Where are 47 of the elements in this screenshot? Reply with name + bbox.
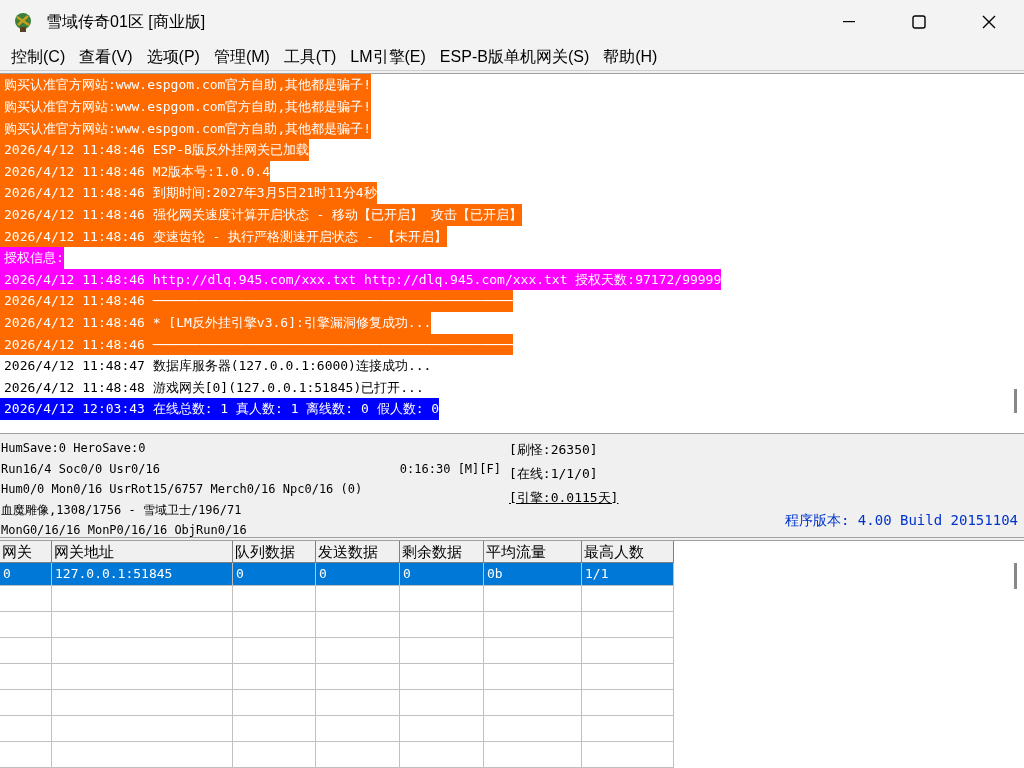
minimize-icon (843, 21, 855, 23)
column-header[interactable]: 网关 (0, 541, 52, 563)
close-icon (982, 15, 996, 29)
window-title: 雪域传奇01区 [商业版] (46, 12, 206, 32)
table-cell: 127.0.0.1:51845 (52, 563, 233, 586)
app-icon (12, 11, 34, 33)
menu-item[interactable]: 选项(P) (139, 45, 207, 70)
table-row[interactable]: 0 127.0.0.1:51845 0 0 0 0b 1/1 (0, 563, 674, 586)
empty-cell (0, 742, 52, 768)
log-line: 2026/4/12 11:48:47 数据库服务器(127.0.0.1:6000)连接成功... (3, 357, 432, 376)
table-cell: 0b (484, 563, 582, 586)
empty-cell (0, 638, 52, 664)
stat-text: [在线:1/1/0] (509, 465, 599, 483)
table-cell: 0 (233, 563, 316, 586)
stat-text: [引擎:0.0115天] (509, 489, 619, 507)
column-header[interactable]: 平均流量 (484, 541, 582, 563)
table-cell: 0 (316, 563, 400, 586)
column-header[interactable]: 最高人数 (582, 541, 674, 563)
version-text: 程序版本: 4.00 Build 20151104 (785, 511, 1018, 530)
table-cell: 0 (400, 563, 484, 586)
empty-cell (0, 716, 52, 742)
status-text: 血魔雕像,1308/1756 - 雪域卫士/196/71 (1, 501, 242, 519)
stat-text: [刷怪:26350] (509, 441, 599, 459)
column-header[interactable]: 队列数据 (233, 541, 316, 563)
empty-cell (0, 664, 52, 690)
uptime-text: 0:16:30 [M][F] (399, 460, 501, 478)
column-header[interactable]: 网关地址 (52, 541, 233, 563)
menu-item[interactable]: 帮助(H) (596, 45, 665, 70)
menu-item[interactable]: LM引擎(E) (343, 45, 433, 70)
empty-cell (0, 690, 52, 716)
table-cell: 0 (0, 563, 52, 586)
menu-item[interactable]: ESP-B版单机网关(S) (432, 45, 597, 70)
column-header[interactable]: 发送数据 (316, 541, 400, 563)
status-text: MonG0/16/16 MonP0/16/16 ObjRun0/16 (1, 522, 247, 539)
maximize-icon (912, 15, 926, 29)
menu-item[interactable]: 工具(T) (276, 45, 344, 70)
status-text: Run16/4 Soc0/0 Usr0/16 (1, 460, 160, 478)
status-text: HumSave:0 HeroSave:0 (1, 440, 146, 457)
log-line: 2026/4/12 11:48:48 游戏网关[0](127.0.0.1:51845)已打开... (3, 378, 424, 397)
menu-item[interactable]: 管理(M) (206, 45, 277, 70)
status-text: Hum0/0 Mon0/16 UsrRot15/6757 Merch0/16 Npc0/16 (0) (1, 481, 363, 498)
menu-item[interactable]: 查看(V) (72, 45, 140, 70)
empty-cell (0, 612, 52, 638)
empty-cell (0, 586, 52, 612)
table-cell: 1/1 (582, 563, 674, 586)
menu-item[interactable]: 控制(C) (4, 45, 73, 70)
column-header[interactable]: 剩余数据 (400, 541, 484, 563)
